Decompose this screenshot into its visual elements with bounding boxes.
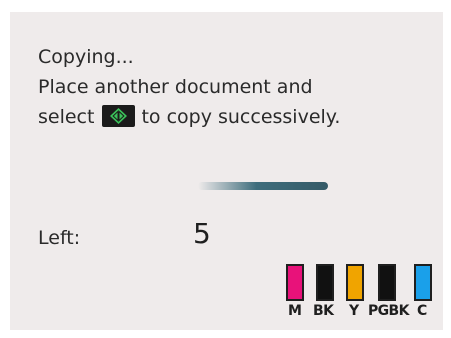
ink-tank-bk bbox=[316, 264, 334, 301]
instruction-select-text: select bbox=[38, 106, 95, 128]
remaining-count: 5 bbox=[193, 217, 211, 250]
ink-tank-c bbox=[414, 264, 432, 301]
instruction-line: Place another document and bbox=[38, 76, 313, 98]
ink-label-pgbk: PGBK bbox=[368, 303, 409, 319]
copy-progress-indicator bbox=[198, 182, 328, 190]
remaining-label: Left: bbox=[38, 227, 81, 249]
ink-label-m: M bbox=[288, 303, 302, 319]
status-message: Copying... Place another document and se… bbox=[38, 42, 340, 132]
ink-label-bk: BK bbox=[313, 303, 334, 319]
ink-tank-m bbox=[286, 264, 304, 301]
ink-status-panel: M BK Y PGBK C bbox=[284, 264, 444, 324]
ink-label-y: Y bbox=[349, 303, 359, 319]
instruction-line-2: select to copy successively. bbox=[38, 102, 340, 132]
status-title: Copying... bbox=[38, 46, 134, 68]
ink-tank-pgbk bbox=[378, 264, 396, 301]
instruction-copy-text: to copy successively. bbox=[141, 106, 341, 128]
ink-label-c: C bbox=[417, 303, 427, 319]
copy-status-screen: Copying... Place another document and se… bbox=[10, 12, 443, 330]
ink-tank-y bbox=[346, 264, 364, 301]
start-diamond-icon bbox=[102, 105, 136, 127]
